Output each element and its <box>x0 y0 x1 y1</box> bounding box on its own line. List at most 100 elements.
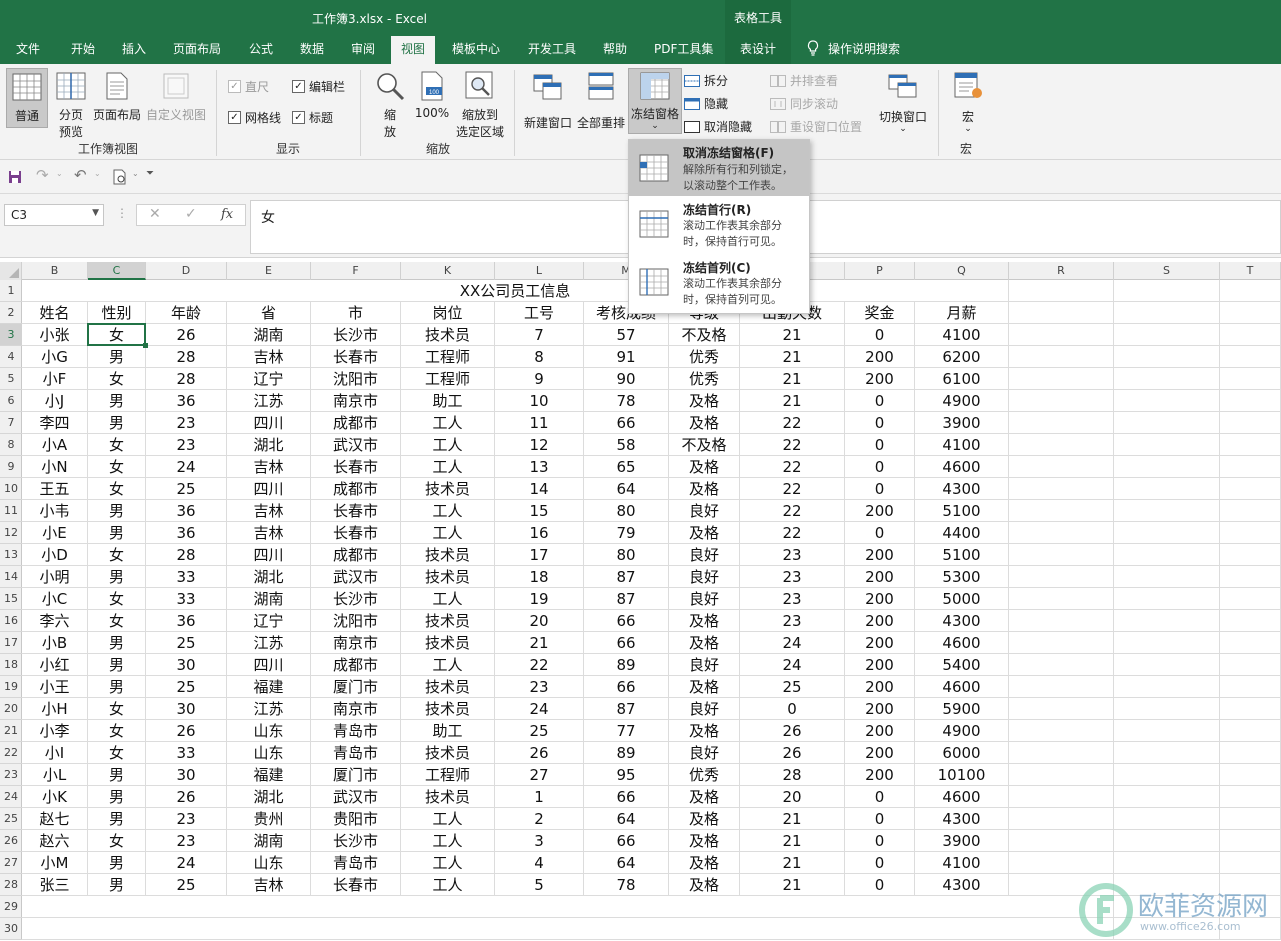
cell-salary[interactable]: 5300 <box>915 566 1009 588</box>
split-button[interactable]: 拆分 <box>684 72 728 89</box>
cell-id[interactable]: 14 <box>495 478 584 500</box>
empty-cell[interactable] <box>1009 852 1114 874</box>
empty-cell[interactable] <box>1009 324 1114 346</box>
cell-bonus[interactable]: 0 <box>845 522 915 544</box>
cell-position[interactable]: 工人 <box>401 522 495 544</box>
empty-cell[interactable] <box>1220 808 1281 830</box>
cell-city[interactable]: 成都市 <box>311 478 401 500</box>
cell-score[interactable]: 66 <box>584 676 669 698</box>
column-header-r[interactable]: R <box>1009 262 1114 280</box>
cell-grade[interactable]: 及格 <box>669 456 740 478</box>
cell-grade[interactable]: 良好 <box>669 566 740 588</box>
cell-salary[interactable]: 10100 <box>915 764 1009 786</box>
cell-province[interactable]: 湖南 <box>227 830 311 852</box>
freeze-panes-button[interactable]: 冻结窗格 ⌄ <box>628 68 682 134</box>
cell-attendance[interactable]: 24 <box>740 654 845 676</box>
menu-item-freeze-first-column[interactable]: 冻结首列(C) 滚动工作表其余部分 时，保持首列可见。 <box>629 256 809 312</box>
cell-score[interactable]: 87 <box>584 566 669 588</box>
page-break-preview-button[interactable]: 分页 预览 <box>52 68 90 140</box>
cell-grade[interactable]: 及格 <box>669 830 740 852</box>
cell-bonus[interactable]: 0 <box>845 412 915 434</box>
cell-city[interactable]: 长春市 <box>311 456 401 478</box>
cell-city[interactable]: 成都市 <box>311 654 401 676</box>
empty-cell[interactable] <box>1220 764 1281 786</box>
cell-age[interactable]: 36 <box>146 522 227 544</box>
cell-age[interactable]: 30 <box>146 698 227 720</box>
cell-bonus[interactable]: 0 <box>845 852 915 874</box>
cell-position[interactable]: 工人 <box>401 500 495 522</box>
tab-help[interactable]: 帮助 <box>603 36 627 64</box>
cell-salary[interactable]: 4100 <box>915 434 1009 456</box>
cell-gender[interactable]: 男 <box>88 412 146 434</box>
cell-position[interactable]: 工人 <box>401 874 495 896</box>
cell-score[interactable]: 87 <box>584 588 669 610</box>
column-header-k[interactable]: K <box>401 262 495 280</box>
cell-city[interactable]: 长春市 <box>311 522 401 544</box>
row-header-23[interactable]: 23 <box>0 764 22 786</box>
empty-cell[interactable] <box>1114 500 1220 522</box>
redo-dropdown-icon[interactable]: ⌄ <box>56 169 63 178</box>
cell-province[interactable]: 山东 <box>227 720 311 742</box>
cell-grade[interactable]: 不及格 <box>669 324 740 346</box>
cell-grade[interactable]: 良好 <box>669 588 740 610</box>
row-header-20[interactable]: 20 <box>0 698 22 720</box>
cell-bonus[interactable]: 200 <box>845 500 915 522</box>
empty-cell[interactable] <box>1114 764 1220 786</box>
cell-province[interactable]: 辽宁 <box>227 610 311 632</box>
cell-position[interactable]: 工人 <box>401 654 495 676</box>
cell-salary[interactable]: 5100 <box>915 544 1009 566</box>
tell-me-search[interactable]: 操作说明搜索 <box>806 36 900 64</box>
empty-cell[interactable] <box>1220 852 1281 874</box>
empty-cell[interactable] <box>1114 698 1220 720</box>
empty-cell[interactable] <box>1009 478 1114 500</box>
cell-id[interactable]: 22 <box>495 654 584 676</box>
cell-grade[interactable]: 及格 <box>669 786 740 808</box>
cell-score[interactable]: 57 <box>584 324 669 346</box>
cell-name[interactable]: 张三 <box>22 874 88 896</box>
cell-attendance[interactable]: 22 <box>740 522 845 544</box>
confirm-entry-icon[interactable]: ✓ <box>185 206 197 222</box>
empty-cell[interactable] <box>1009 434 1114 456</box>
cell-age[interactable]: 36 <box>146 390 227 412</box>
cell-province[interactable]: 湖北 <box>227 786 311 808</box>
select-all-corner[interactable] <box>0 262 22 280</box>
cell-salary[interactable]: 4900 <box>915 720 1009 742</box>
cell-score[interactable]: 80 <box>584 544 669 566</box>
cell-position[interactable]: 技术员 <box>401 324 495 346</box>
cell-attendance[interactable]: 21 <box>740 808 845 830</box>
empty-cell[interactable] <box>1009 588 1114 610</box>
cell-name[interactable]: 小H <box>22 698 88 720</box>
arrange-all-button[interactable]: 全部重排 <box>576 68 626 131</box>
synchronous-scrolling-button[interactable]: 同步滚动 <box>770 95 838 112</box>
empty-cell[interactable] <box>1009 302 1114 324</box>
cell-province[interactable]: 湖北 <box>227 566 311 588</box>
cell-id[interactable]: 7 <box>495 324 584 346</box>
column-header-t[interactable]: T <box>1220 262 1281 280</box>
cell-city[interactable]: 武汉市 <box>311 566 401 588</box>
column-header-p[interactable]: P <box>845 262 915 280</box>
cell-bonus[interactable]: 200 <box>845 544 915 566</box>
cell-age[interactable]: 26 <box>146 786 227 808</box>
cell-province[interactable]: 湖南 <box>227 588 311 610</box>
cell-grade[interactable]: 及格 <box>669 874 740 896</box>
cell-name[interactable]: 赵七 <box>22 808 88 830</box>
cell-name[interactable]: 小张 <box>22 324 88 346</box>
cell-gender[interactable]: 女 <box>88 368 146 390</box>
header-cell-name[interactable]: 姓名 <box>22 302 88 324</box>
cell-attendance[interactable]: 25 <box>740 676 845 698</box>
empty-cell[interactable] <box>1009 390 1114 412</box>
cell-age[interactable]: 25 <box>146 676 227 698</box>
cell-age[interactable]: 36 <box>146 500 227 522</box>
cell-name[interactable]: 小D <box>22 544 88 566</box>
cell-gender[interactable]: 男 <box>88 500 146 522</box>
cell-gender[interactable]: 女 <box>88 742 146 764</box>
header-cell-bonus[interactable]: 奖金 <box>845 302 915 324</box>
empty-cell[interactable] <box>1114 830 1220 852</box>
cell-name[interactable]: 小F <box>22 368 88 390</box>
empty-cell[interactable] <box>1114 478 1220 500</box>
cell-city[interactable]: 成都市 <box>311 544 401 566</box>
cell-salary[interactable]: 4900 <box>915 390 1009 412</box>
cell-age[interactable]: 25 <box>146 478 227 500</box>
cell-position[interactable]: 工程师 <box>401 368 495 390</box>
empty-cell[interactable] <box>1114 654 1220 676</box>
